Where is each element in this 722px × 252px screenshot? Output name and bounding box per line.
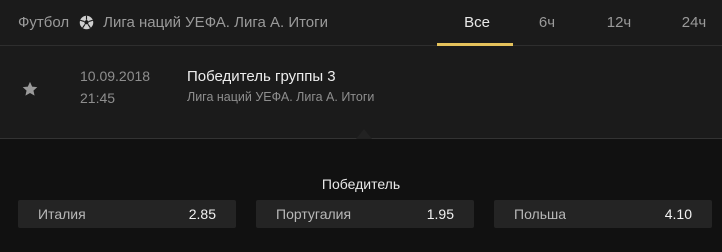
tab-24h[interactable]: 24ч	[678, 14, 710, 31]
tab-6h[interactable]: 6ч	[534, 14, 560, 31]
tab-12h[interactable]: 12ч	[603, 14, 635, 31]
event-date: 10.09.2018	[80, 68, 151, 84]
odd-button-italy[interactable]: Италия 2.85	[18, 200, 236, 228]
odd-name: Польша	[514, 206, 567, 222]
odd-value: 4.10	[664, 206, 692, 222]
breadcrumb-sport[interactable]: Футбол	[18, 14, 69, 31]
event-row[interactable]: 10.09.2018 21:45 Победитель группы 3 Лиг…	[0, 47, 722, 139]
soccer-ball-icon	[79, 15, 94, 30]
star-icon[interactable]	[21, 80, 39, 98]
odd-name: Португалия	[276, 206, 352, 222]
tab-all[interactable]: Все	[463, 14, 491, 31]
breadcrumb: Футбол Лига наций УЕФА. Лига А. Итоги	[18, 14, 328, 31]
event-title[interactable]: Победитель группы 3	[187, 68, 336, 85]
odd-value: 2.85	[188, 206, 216, 222]
market-title: Победитель	[321, 176, 401, 192]
expand-caret-icon	[356, 129, 372, 139]
active-tab-indicator	[437, 43, 513, 46]
header-bar: Футбол Лига наций УЕФА. Лига А. Итоги Вс…	[0, 0, 722, 46]
market-panel: Победитель Италия 2.85 Португалия 1.95 П…	[0, 139, 722, 252]
odd-button-poland[interactable]: Польша 4.10	[494, 200, 712, 228]
odd-value: 1.95	[426, 206, 454, 222]
breadcrumb-league[interactable]: Лига наций УЕФА. Лига А. Итоги	[103, 14, 328, 31]
odd-button-portugal[interactable]: Португалия 1.95	[256, 200, 474, 228]
odd-name: Италия	[38, 206, 86, 222]
event-subtitle: Лига наций УЕФА. Лига А. Итоги	[187, 90, 375, 104]
event-time: 21:45	[80, 90, 116, 106]
